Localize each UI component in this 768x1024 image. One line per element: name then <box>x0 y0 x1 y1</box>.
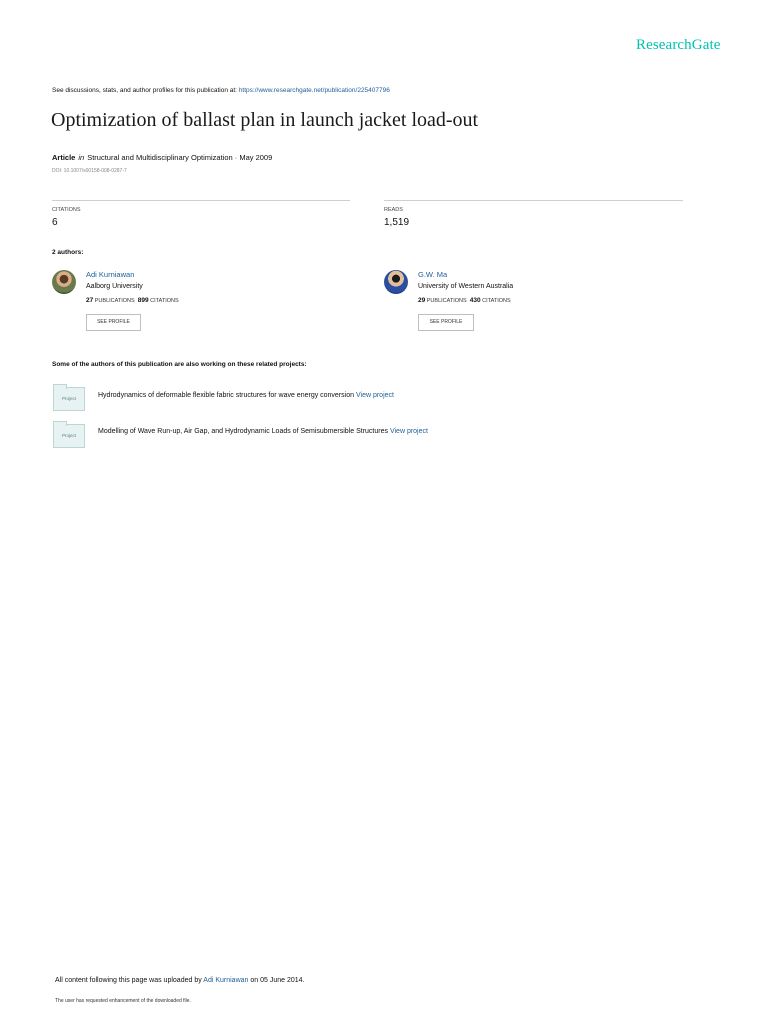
doi-text: DOI: 10.1007/s00158-008-0287-7 <box>52 168 127 174</box>
view-project-link[interactable]: View project <box>390 428 428 435</box>
reads-value: 1,519 <box>384 217 410 228</box>
publication-title: Optimization of ballast plan in launch j… <box>51 109 479 131</box>
upload-date: on 05 June 2014. <box>250 977 305 984</box>
disclaimer-text: See discussions, stats, and author profi… <box>52 87 237 94</box>
project-item: Hydrodynamics of deformable flexible fab… <box>98 392 394 399</box>
upload-prefix: All content following this page was uplo… <box>55 977 202 984</box>
author-stats: 27 PUBLICATIONS 899 CITATIONS <box>86 297 179 304</box>
uploader-link[interactable]: Adi Kurniawan <box>203 977 248 984</box>
see-profile-button[interactable]: SEE PROFILE <box>418 314 474 331</box>
author-citations-count: 899 <box>137 297 149 304</box>
view-project-link[interactable]: View project <box>356 392 394 399</box>
publication-url-link[interactable]: https://www.researchgate.net/publication… <box>239 87 390 94</box>
citations-label: CITATIONS <box>52 207 81 213</box>
in-label: in <box>78 153 85 162</box>
upload-note: All content following this page was uplo… <box>55 977 304 984</box>
project-folder-icon: Project <box>53 421 85 448</box>
author-name-link[interactable]: G.W. Ma <box>418 270 447 279</box>
project-folder-icon: Project <box>53 384 85 411</box>
reads-label: READS <box>384 207 403 213</box>
citations-value: 6 <box>52 217 58 228</box>
article-type: Article <box>52 153 76 162</box>
author-publications-label: PUBLICATIONS <box>94 298 135 304</box>
project-title: Hydrodynamics of deformable flexible fab… <box>98 392 355 399</box>
researchgate-logo[interactable]: ResearchGate <box>636 37 720 54</box>
project-item: Modelling of Wave Run-up, Air Gap, and H… <box>98 428 428 435</box>
author-publications-label: PUBLICATIONS <box>426 298 467 304</box>
project-title: Modelling of Wave Run-up, Air Gap, and H… <box>98 428 388 435</box>
author-citations-label: CITATIONS <box>150 298 179 304</box>
author-citations-count: 430 <box>469 297 481 304</box>
author-affiliation: University of Western Australia <box>418 283 514 290</box>
disclaimer-line: See discussions, stats, and author profi… <box>52 87 390 94</box>
authors-heading: 2 authors: <box>52 249 84 256</box>
divider-citations <box>52 200 350 201</box>
see-profile-button[interactable]: SEE PROFILE <box>86 314 141 331</box>
author-publications-count: 29 <box>418 297 426 304</box>
author-stats: 29 PUBLICATIONS 430 CITATIONS <box>418 297 511 304</box>
author-avatar[interactable] <box>384 270 408 294</box>
author-name-link[interactable]: Adi Kurniawan <box>86 270 134 279</box>
author-publications-count: 27 <box>86 297 94 304</box>
author-affiliation: Aalborg University <box>86 283 143 290</box>
project-icon-label: Project <box>61 433 76 438</box>
journal-name: Structural and Multidisciplinary Optimiz… <box>87 153 273 162</box>
enhancement-note: The user has requested enhancement of th… <box>55 998 191 1004</box>
author-avatar[interactable] <box>52 270 76 294</box>
author-citations-label: CITATIONS <box>482 298 511 304</box>
projects-heading: Some of the authors of this publication … <box>52 361 307 368</box>
project-icon-label: Project <box>61 396 76 401</box>
divider-reads <box>384 200 683 201</box>
publication-meta: Article in Structural and Multidisciplinar… <box>52 153 272 162</box>
